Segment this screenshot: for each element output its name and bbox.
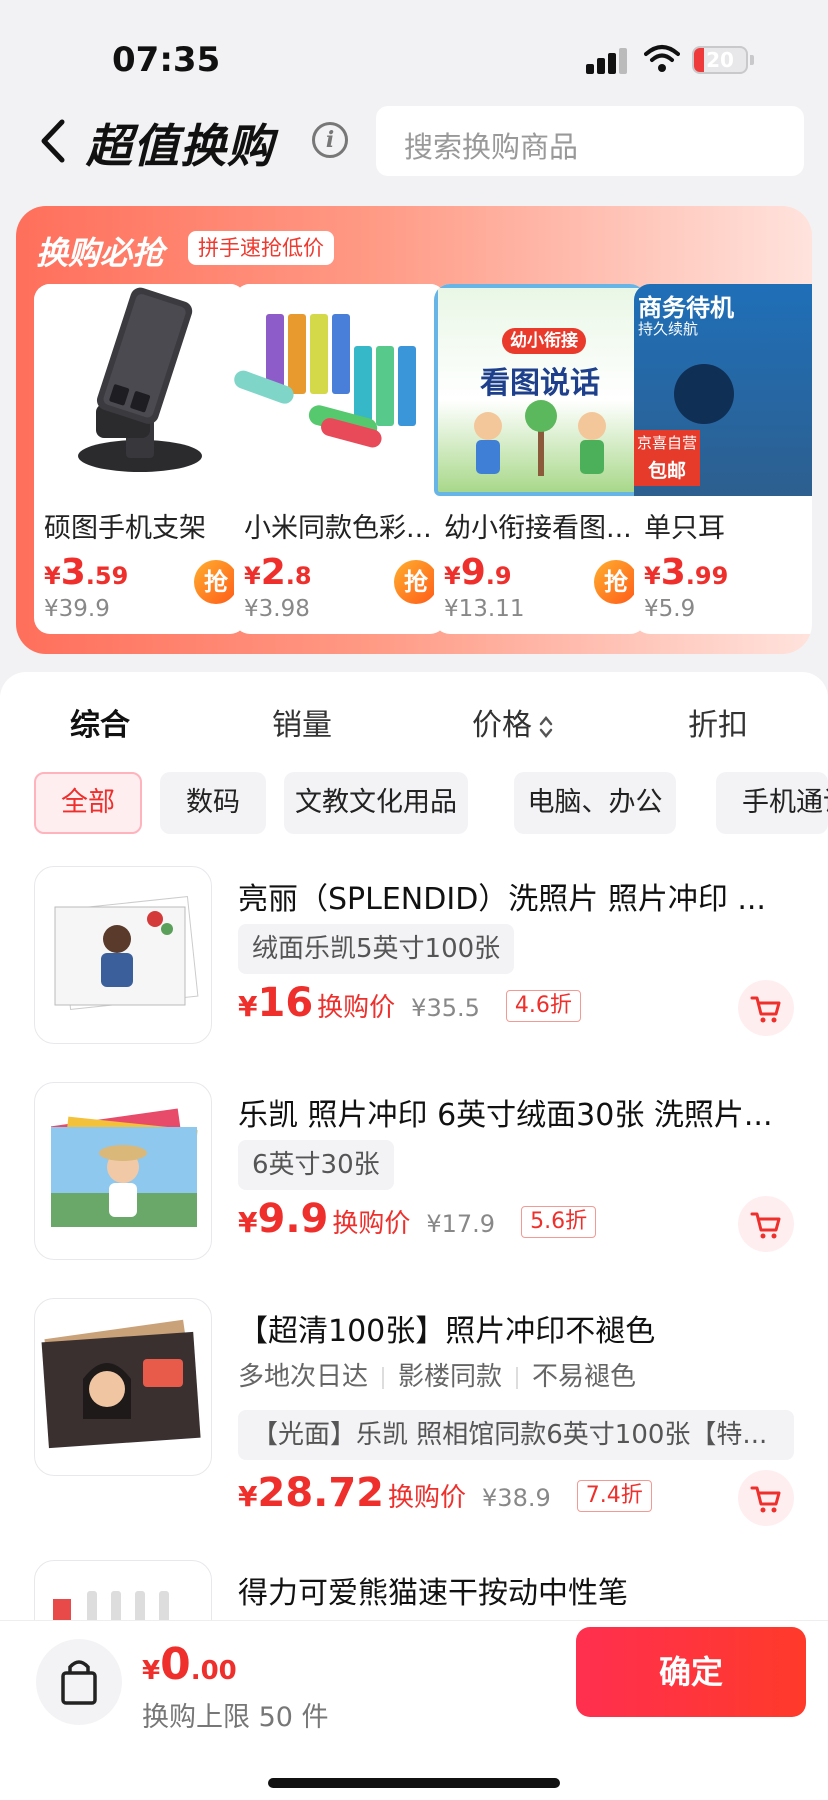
chip-digital[interactable]: 数码	[160, 772, 266, 834]
wifi-icon	[644, 45, 680, 72]
promo-card-name: 幼小衔接看图...	[444, 513, 632, 544]
promo-card-orig-price: ¥13.11	[444, 596, 525, 622]
grab-button[interactable]: 抢	[194, 560, 238, 604]
chip-all[interactable]: 全部	[34, 772, 142, 834]
earphone-badge-jx: 京喜自营	[634, 430, 700, 456]
promo-card-price: ¥2.8	[244, 552, 312, 593]
tab-sort-price-wrap[interactable]: 价格	[472, 700, 554, 744]
earphone-image: 商务待机 持久续航 京喜自营 包邮	[634, 284, 812, 496]
signal-icon	[586, 48, 628, 74]
promo-card-price: ¥3.59	[44, 552, 129, 593]
promo-card[interactable]: 商务待机 持久续航 京喜自营 包邮 单只耳 ¥3.99 ¥5.9	[634, 284, 812, 634]
earphone-subline: 持久续航	[638, 320, 699, 338]
cart-icon	[750, 1486, 781, 1513]
tab-sort-price: 价格	[472, 708, 532, 743]
list-item[interactable]: 乐凯 照片冲印 6英寸绒面30张 洗照片... 6英寸30张 ¥9.9 换购价 ¥1…	[0, 1082, 828, 1282]
promo-card-orig-price: ¥3.98	[244, 596, 310, 622]
category-chips: 全部 数码 文教文化用品 电脑、办公 手机通讯	[34, 772, 828, 836]
promo-tag: 拼手速抢低价	[188, 231, 334, 265]
cart-icon	[750, 996, 781, 1023]
tab-sort-sales[interactable]: 销量	[272, 700, 332, 744]
back-icon[interactable]	[34, 116, 74, 166]
promo-card[interactable]: 幼小衔接 看图说话 幼小衔接看图... ¥9.9 ¥13.11 抢	[434, 284, 646, 634]
book-illustration	[474, 400, 606, 476]
product-price: ¥9.9 换购价 ¥17.9 5.6折	[238, 1196, 597, 1242]
shopping-bag-button[interactable]	[36, 1639, 122, 1725]
promo-card[interactable]: 硕图手机支架 ¥3.59 ¥39.9 抢	[34, 284, 246, 634]
product-title: 得力可爱熊猫速干按动中性笔	[238, 1576, 628, 1611]
promo-card-name: 单只耳	[644, 513, 725, 544]
tab-sort-default[interactable]: 综合	[70, 700, 130, 744]
battery-icon: 20	[692, 46, 748, 74]
list-item[interactable]: 亮丽（SPLENDID）洗照片 照片冲印 ... 绒面乐凯5英寸100张 ¥16…	[0, 866, 828, 1066]
promo-card-orig-price: ¥5.9	[644, 596, 696, 622]
promo-card-orig-price: ¥39.9	[44, 596, 110, 622]
product-spec[interactable]: 【光面】乐凯 照相馆同款6英寸100张【特...	[238, 1410, 794, 1460]
product-price: ¥16 换购价 ¥35.5 4.6折	[238, 980, 581, 1026]
product-tags: 多地次日达 影楼同款 不易褪色	[238, 1356, 636, 1393]
battery-tip	[750, 55, 754, 65]
confirm-button[interactable]: 确定	[576, 1627, 806, 1717]
add-to-cart-button[interactable]	[738, 980, 794, 1036]
battery-pack-image	[234, 284, 446, 496]
status-bar: 07:35 20	[0, 0, 828, 100]
product-spec[interactable]: 绒面乐凯5英寸100张	[238, 924, 515, 974]
earphone-badge-free: 包邮	[634, 456, 700, 486]
promo-card-name: 硕图手机支架	[44, 513, 206, 544]
discount-badge: 5.6折	[521, 1206, 597, 1238]
info-icon[interactable]: i	[312, 122, 348, 158]
product-thumbnail	[34, 866, 212, 1044]
cart-icon	[750, 1212, 781, 1239]
grab-button[interactable]: 抢	[394, 560, 438, 604]
product-title: 乐凯 照片冲印 6英寸绒面30张 洗照片...	[238, 1098, 773, 1133]
book-badge: 幼小衔接	[502, 328, 586, 354]
promo-card-price: ¥9.9	[444, 552, 512, 593]
product-thumbnail	[34, 1298, 212, 1476]
product-thumbnail	[34, 1082, 212, 1260]
discount-badge: 7.4折	[576, 1480, 652, 1512]
product-tag: 多地次日达	[238, 1362, 369, 1392]
chip-stationery[interactable]: 文教文化用品	[284, 772, 468, 834]
page-header: 超值换购 i 搜索换购商品	[0, 100, 828, 188]
grab-button[interactable]: 抢	[594, 560, 638, 604]
product-tag: 不易褪色	[532, 1362, 637, 1392]
product-title: 【超清100张】照片冲印不褪色	[238, 1314, 656, 1349]
discount-badge: 4.6折	[505, 990, 581, 1022]
product-title: 亮丽（SPLENDID）洗照片 照片冲印 ...	[238, 882, 766, 917]
picture-book-image: 幼小衔接 看图说话	[434, 284, 646, 496]
home-indicator	[268, 1778, 560, 1788]
page-title: 超值换购	[86, 119, 274, 173]
total-price: ¥0.00	[142, 1639, 237, 1690]
promo-title: 换购必抢	[36, 234, 165, 272]
promo-card[interactable]: 小米同款色彩... ¥2.8 ¥3.98 抢	[234, 284, 446, 634]
chip-computer-office[interactable]: 电脑、办公	[514, 772, 676, 834]
sort-tabs: 综合 销量 价格 折扣	[0, 700, 828, 750]
shopping-bag-icon	[61, 1660, 97, 1705]
bottom-bar: ¥0.00 换购上限 50 件 确定	[0, 1620, 828, 1800]
add-to-cart-button[interactable]	[738, 1470, 794, 1526]
phone-stand-image	[34, 284, 246, 496]
promo-cards: 硕图手机支架 ¥3.59 ¥39.9 抢 小米同款色彩... ¥2.8 ¥3.9…	[34, 284, 812, 636]
list-item[interactable]: 【超清100张】照片冲印不褪色 多地次日达 影楼同款 不易褪色 【光面】乐凯 照相馆…	[0, 1298, 828, 1538]
sort-updown-icon	[539, 715, 553, 738]
promo-card-name: 小米同款色彩...	[244, 513, 432, 544]
promo-banner: 换购必抢 拼手速抢低价 硕图手机支架 ¥3.59 ¥39.9 抢 小米同款色彩.…	[16, 206, 812, 654]
product-spec[interactable]: 6英寸30张	[238, 1140, 394, 1190]
tab-sort-discount[interactable]: 折扣	[688, 700, 748, 744]
add-to-cart-button[interactable]	[738, 1196, 794, 1252]
battery-text: 20	[706, 48, 734, 72]
exchange-limit: 换购上限 50 件	[142, 1702, 329, 1733]
status-time: 07:35	[112, 40, 221, 80]
earphone-shape	[674, 364, 734, 424]
promo-card-price: ¥3.99	[644, 552, 729, 593]
product-price: ¥28.72 换购价 ¥38.9 7.4折	[238, 1470, 652, 1516]
chip-phone[interactable]: 手机通讯	[716, 772, 828, 834]
product-tag: 影楼同款	[398, 1362, 503, 1392]
search-input[interactable]: 搜索换购商品	[376, 106, 804, 176]
search-placeholder: 搜索换购商品	[404, 130, 579, 164]
